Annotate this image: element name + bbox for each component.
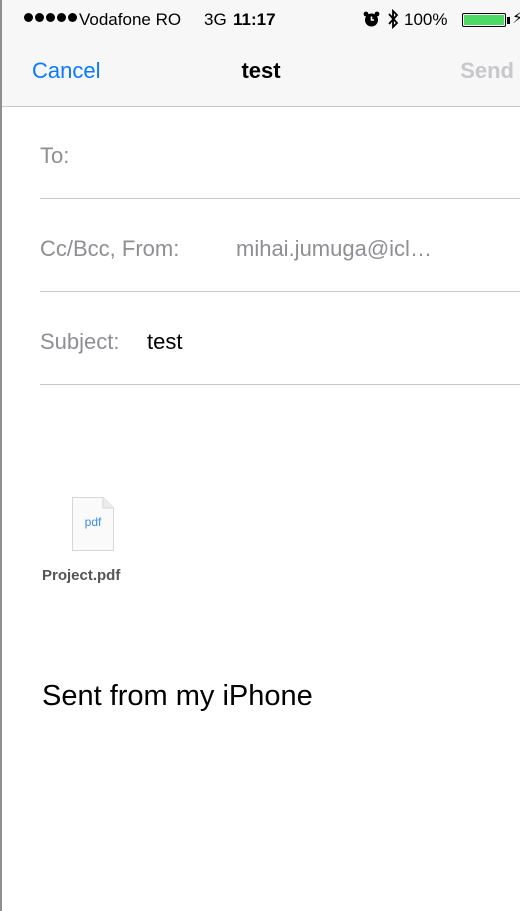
network-type: 3G (204, 10, 227, 29)
cc-bcc-from-label: Cc/Bcc, From: (40, 236, 180, 261)
page-title: test (241, 58, 281, 83)
status-time: 11:17 (233, 10, 276, 29)
alarm-icon (363, 11, 380, 33)
bluetooth-icon (387, 8, 399, 34)
from-value[interactable]: mihai.jumuga@icl… (236, 236, 432, 262)
window-left-edge (0, 0, 2, 911)
pdf-file-icon[interactable]: pdf (71, 496, 115, 552)
battery-tip (507, 17, 510, 24)
signal-dots-icon (24, 13, 77, 22)
subject-input[interactable]: test (147, 329, 182, 355)
battery-percent: 100% (404, 10, 448, 29)
to-field[interactable]: To: (40, 107, 520, 199)
attachment-filename[interactable]: Project.pdf (42, 567, 120, 584)
email-signature[interactable]: Sent from my iPhone (42, 680, 313, 713)
battery-fill (464, 15, 504, 25)
charging-icon: ⚡ (512, 10, 520, 27)
cc-bcc-from-field[interactable]: Cc/Bcc, From: mihai.jumuga@icl… (40, 200, 520, 292)
status-bar: Vodafone RO 3G 11:17 100% ⚡ (2, 0, 520, 40)
carrier-name: Vodafone RO (79, 10, 182, 29)
pdf-icon-label: pdf (85, 515, 102, 529)
battery-icon (462, 13, 506, 27)
subject-label: Subject: (40, 329, 120, 354)
subject-field[interactable]: Subject: test (40, 293, 520, 385)
top-bar: Vodafone RO 3G 11:17 100% ⚡ Cancel test … (2, 0, 520, 107)
send-button[interactable]: Send (460, 58, 514, 84)
to-label: To: (40, 143, 70, 168)
